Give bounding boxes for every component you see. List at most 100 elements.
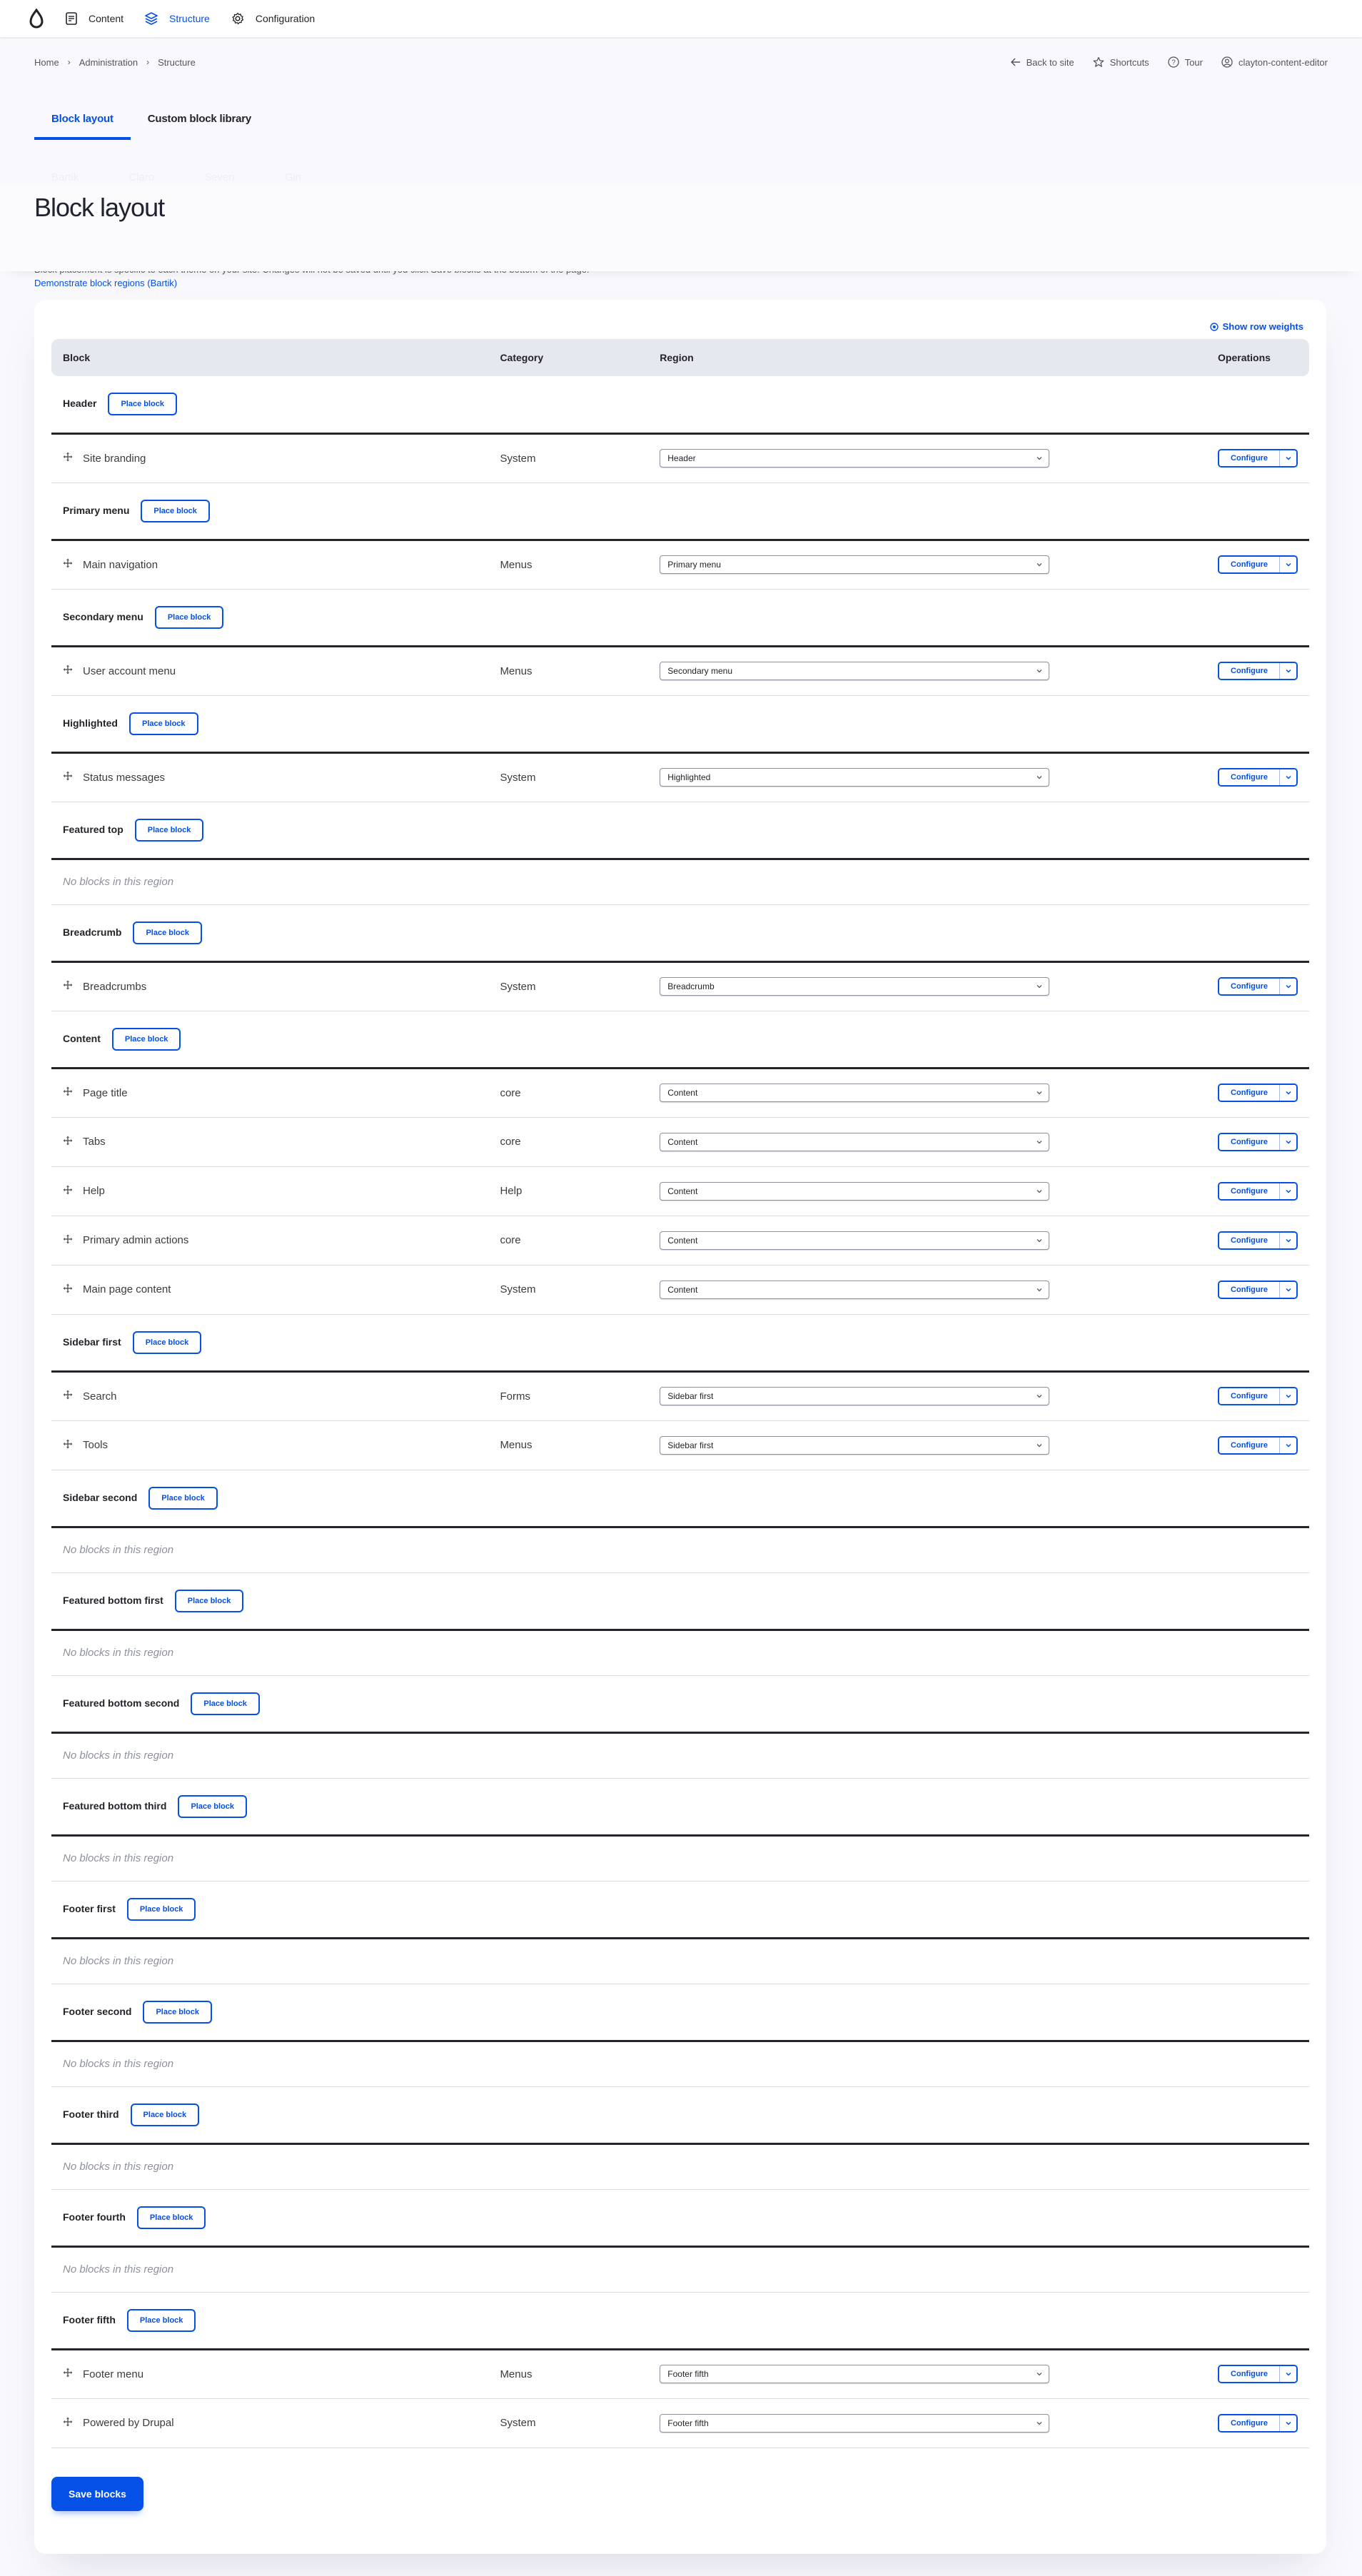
configure-button[interactable]: Configure: [1219, 979, 1279, 994]
block-category: core: [488, 1068, 649, 1118]
place-block-button[interactable]: Place block: [111, 1027, 181, 1051]
drag-handle-icon[interactable]: [63, 1086, 73, 1099]
block-name: Primary admin actions: [83, 1234, 189, 1246]
region-select[interactable]: Sidebar first: [660, 1435, 1050, 1455]
operations-toggle[interactable]: [1279, 2366, 1296, 2382]
drag-handle-icon[interactable]: [63, 558, 73, 571]
configure-button[interactable]: Configure: [1219, 1437, 1279, 1453]
configure-button[interactable]: Configure: [1219, 1085, 1279, 1101]
place-block-button[interactable]: Place block: [148, 1486, 218, 1510]
place-block-button[interactable]: Place block: [133, 921, 203, 944]
place-block-button[interactable]: Place block: [191, 1692, 260, 1715]
region-select[interactable]: Secondary menu: [660, 662, 1050, 680]
drag-handle-icon[interactable]: [63, 1136, 73, 1148]
tab-custom-block-library[interactable]: Custom block library: [131, 87, 268, 150]
operations-toggle[interactable]: [1279, 1085, 1296, 1101]
region-select-value: Sidebar first: [667, 1440, 714, 1450]
show-row-weights-button[interactable]: Show row weights: [51, 321, 1303, 332]
drag-handle-icon[interactable]: [63, 452, 73, 465]
tab-theme-seven[interactable]: Seven: [204, 171, 235, 183]
place-block-button[interactable]: Place block: [126, 1897, 196, 1921]
breadcrumb-administration[interactable]: Administration: [79, 57, 138, 68]
configure-button[interactable]: Configure: [1219, 1133, 1279, 1150]
drupal-logo-icon[interactable]: [29, 8, 47, 29]
demonstrate-regions-link[interactable]: Demonstrate block regions (Bartik): [34, 278, 1328, 288]
operations-toggle[interactable]: [1279, 1281, 1296, 1298]
place-block-button[interactable]: Place block: [126, 2308, 196, 2332]
configure-button[interactable]: Configure: [1219, 2415, 1279, 2431]
back-to-site-link[interactable]: Back to site: [1010, 57, 1074, 68]
region-select[interactable]: Sidebar first: [660, 1387, 1050, 1405]
tour-link[interactable]: ? Tour: [1168, 56, 1203, 68]
place-block-button[interactable]: Place block: [108, 393, 178, 416]
operations-toggle[interactable]: [1279, 2415, 1296, 2431]
region-select[interactable]: Footer fifth: [660, 2365, 1050, 2383]
drag-handle-icon[interactable]: [63, 1439, 73, 1452]
region-select[interactable]: Highlighted: [660, 768, 1050, 787]
gear-icon: [232, 12, 244, 25]
region-select[interactable]: Footer fifth: [660, 2413, 1050, 2433]
operations-toggle[interactable]: [1279, 1232, 1296, 1248]
place-block-button[interactable]: Place block: [141, 499, 210, 522]
region-select[interactable]: Content: [660, 1181, 1050, 1201]
place-block-button[interactable]: Place block: [174, 1589, 244, 1612]
shortcuts-link[interactable]: Shortcuts: [1093, 56, 1149, 68]
toolbar-item-structure[interactable]: Structure: [145, 12, 210, 25]
toolbar-item-content[interactable]: Content: [66, 12, 123, 25]
region-select[interactable]: Content: [660, 1132, 1050, 1151]
place-block-button[interactable]: Place block: [134, 818, 204, 842]
operations-toggle[interactable]: [1279, 1437, 1296, 1453]
place-block-button[interactable]: Place block: [143, 2000, 213, 2024]
page-header: Block layout Custom block library Bartik…: [0, 113, 1362, 271]
drag-handle-icon[interactable]: [63, 1185, 73, 1198]
configure-button[interactable]: Configure: [1219, 1183, 1279, 1199]
drag-handle-icon[interactable]: [63, 1283, 73, 1296]
operations-toggle[interactable]: [1279, 557, 1296, 572]
region-select[interactable]: Content: [660, 1084, 1050, 1102]
configure-button[interactable]: Configure: [1219, 450, 1279, 466]
configure-button[interactable]: Configure: [1219, 1232, 1279, 1248]
configure-button[interactable]: Configure: [1219, 1281, 1279, 1298]
place-block-button[interactable]: Place block: [130, 2103, 200, 2126]
configure-button[interactable]: Configure: [1219, 663, 1279, 679]
operations-toggle[interactable]: [1279, 1388, 1296, 1404]
place-block-button[interactable]: Place block: [132, 1330, 202, 1354]
region-select[interactable]: Breadcrumb: [660, 977, 1050, 996]
place-block-button[interactable]: Place block: [178, 1794, 247, 1818]
user-account-link[interactable]: clayton-content-editor: [1221, 56, 1328, 68]
tab-theme-gin[interactable]: Gin: [285, 171, 301, 183]
region-select[interactable]: Primary menu: [660, 555, 1050, 574]
operations-toggle[interactable]: [1279, 1133, 1296, 1150]
operations-cell: Configure: [1206, 433, 1309, 483]
save-blocks-button[interactable]: Save blocks: [51, 2476, 143, 2511]
region-select[interactable]: Header: [660, 449, 1050, 468]
tab-theme-claro[interactable]: Claro: [128, 171, 154, 183]
operations-toggle[interactable]: [1279, 663, 1296, 679]
breadcrumb-home[interactable]: Home: [34, 57, 59, 68]
tab-block-layout[interactable]: Block layout: [34, 87, 131, 150]
operations-toggle[interactable]: [1279, 450, 1296, 466]
configure-button[interactable]: Configure: [1219, 1388, 1279, 1404]
region-select[interactable]: Content: [660, 1280, 1050, 1299]
toolbar-item-configuration[interactable]: Configuration: [231, 12, 315, 25]
drag-handle-icon[interactable]: [63, 665, 73, 677]
drag-handle-icon[interactable]: [63, 2417, 73, 2430]
place-block-button[interactable]: Place block: [136, 2206, 206, 2229]
configure-button[interactable]: Configure: [1219, 2366, 1279, 2382]
tab-theme-bartik[interactable]: Bartik: [51, 171, 79, 183]
drag-handle-icon[interactable]: [63, 980, 73, 993]
drag-handle-icon[interactable]: [63, 1390, 73, 1403]
operations-toggle[interactable]: [1279, 1183, 1296, 1199]
place-block-button[interactable]: Place block: [129, 712, 198, 735]
place-block-button[interactable]: Place block: [154, 605, 224, 629]
drag-handle-icon[interactable]: [63, 2368, 73, 2380]
operations-toggle[interactable]: [1279, 979, 1296, 994]
chevron-down-icon: [1285, 983, 1292, 990]
breadcrumb-structure[interactable]: Structure: [158, 57, 196, 68]
configure-button[interactable]: Configure: [1219, 557, 1279, 572]
configure-button[interactable]: Configure: [1219, 769, 1279, 785]
region-select[interactable]: Content: [660, 1231, 1050, 1250]
operations-toggle[interactable]: [1279, 769, 1296, 785]
drag-handle-icon[interactable]: [63, 771, 73, 784]
drag-handle-icon[interactable]: [63, 1234, 73, 1247]
